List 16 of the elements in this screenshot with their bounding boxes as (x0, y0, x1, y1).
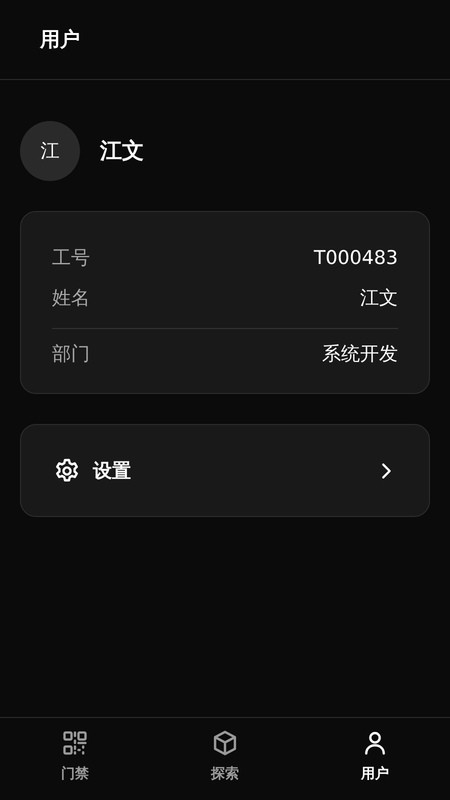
tab[interactable]: 探索 (150, 718, 300, 800)
settings-row[interactable]: 设置 (20, 424, 430, 517)
field-label: 部门 (52, 342, 90, 367)
tab[interactable]: 用户 (300, 718, 450, 800)
qr-code-icon (61, 729, 89, 757)
tab[interactable]: 门禁 (0, 718, 150, 800)
field-value: T000483 (314, 247, 398, 269)
avatar: 江 (20, 121, 80, 181)
settings-icon (53, 456, 81, 484)
user-name: 江文 (100, 138, 144, 166)
field-value: 系统开发 (322, 342, 398, 367)
page-title: 用户 (40, 26, 80, 53)
field-value: 江文 (360, 286, 398, 311)
cube-icon (211, 729, 239, 757)
field-label: 姓名 (52, 286, 90, 311)
field-label: 工号 (52, 246, 90, 271)
